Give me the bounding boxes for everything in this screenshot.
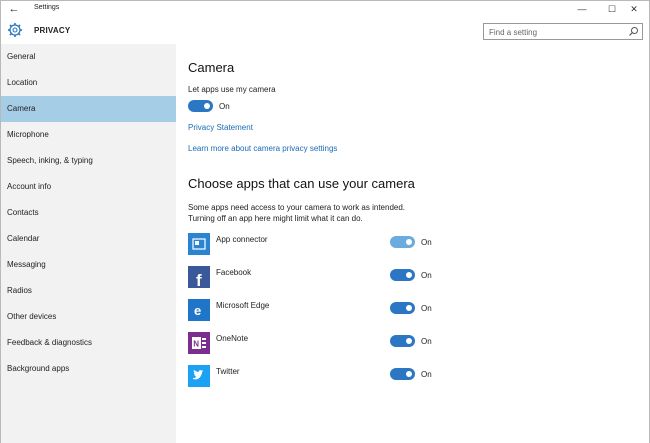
minimize-button[interactable]: — xyxy=(567,1,597,17)
sidebar-item-camera[interactable]: Camera xyxy=(1,96,176,122)
app-name: App connector xyxy=(216,235,268,244)
search-box[interactable] xyxy=(483,23,643,40)
app-name: Twitter xyxy=(216,367,240,376)
toggle-knob xyxy=(406,305,412,311)
master-camera-toggle[interactable] xyxy=(188,100,213,112)
apps-heading: Choose apps that can use your camera xyxy=(188,176,415,191)
page-title: Camera xyxy=(188,60,235,75)
learn-more-link[interactable]: Learn more about camera privacy settings xyxy=(188,144,337,153)
master-toggle-state: On xyxy=(219,102,230,111)
search-input[interactable] xyxy=(489,27,619,37)
app-name: Microsoft Edge xyxy=(216,301,270,310)
sidebar-item-location[interactable]: Location xyxy=(1,70,176,96)
sidebar-item-contacts[interactable]: Contacts xyxy=(1,200,176,226)
sidebar-item-other-devices[interactable]: Other devices xyxy=(1,304,176,330)
twitter-icon xyxy=(188,365,210,387)
section-title: PRIVACY xyxy=(34,26,71,35)
apps-description-line-2: Turning off an app here might limit what… xyxy=(188,214,363,223)
facebook-icon: f xyxy=(188,266,210,288)
sidebar-item-feedback[interactable]: Feedback & diagnostics xyxy=(1,330,176,356)
privacy-statement-link[interactable]: Privacy Statement xyxy=(188,123,253,132)
sidebar-item-background-apps[interactable]: Background apps xyxy=(1,356,176,382)
toggle-knob xyxy=(204,103,210,109)
toggle-state: On xyxy=(421,238,432,247)
edge-toggle[interactable] xyxy=(390,302,415,314)
search-icon[interactable] xyxy=(628,26,639,37)
toggle-state: On xyxy=(421,304,432,313)
app-name: Facebook xyxy=(216,268,252,277)
gear-icon xyxy=(8,23,22,37)
main-content: Camera Let apps use my camera On Privacy… xyxy=(176,44,649,443)
svg-text:f: f xyxy=(196,271,202,288)
sidebar-item-calendar[interactable]: Calendar xyxy=(1,226,176,252)
page-header: PRIVACY xyxy=(1,17,649,44)
sidebar-item-messaging[interactable]: Messaging xyxy=(1,252,176,278)
app-name: OneNote xyxy=(216,334,249,343)
sidebar-item-speech[interactable]: Speech, inking, & typing xyxy=(1,148,176,174)
toggle-knob xyxy=(406,239,412,245)
app-connector-toggle[interactable] xyxy=(390,236,415,248)
sidebar-item-radios[interactable]: Radios xyxy=(1,278,176,304)
apps-description: Some apps need access to your camera to … xyxy=(188,202,405,224)
app-connector-icon xyxy=(188,233,210,255)
sidebar-item-general[interactable]: General xyxy=(1,44,176,70)
app-row-onenote: N OneNote On xyxy=(188,332,638,356)
edge-icon: e xyxy=(188,299,210,321)
apps-description-line-1: Some apps need access to your camera to … xyxy=(188,203,406,212)
sidebar: General Location Camera Microphone Speec… xyxy=(1,44,176,443)
settings-window: ← Settings — ☐ ✕ PRIVACY General Lo xyxy=(0,0,650,443)
facebook-toggle[interactable] xyxy=(390,269,415,281)
back-arrow-icon[interactable]: ← xyxy=(7,2,21,16)
toggle-state: On xyxy=(421,271,432,280)
sidebar-item-microphone[interactable]: Microphone xyxy=(1,122,176,148)
onenote-toggle[interactable] xyxy=(390,335,415,347)
toggle-state: On xyxy=(421,337,432,346)
svg-text:N: N xyxy=(193,340,199,349)
toggle-knob xyxy=(406,371,412,377)
app-row-app-connector: App connector On xyxy=(188,233,638,257)
toggle-knob xyxy=(406,272,412,278)
app-row-edge: e Microsoft Edge On xyxy=(188,299,638,323)
twitter-toggle[interactable] xyxy=(390,368,415,380)
toggle-knob xyxy=(406,338,412,344)
master-toggle-label: Let apps use my camera xyxy=(188,85,276,94)
close-button[interactable]: ✕ xyxy=(619,1,649,17)
window-title: Settings xyxy=(34,4,60,11)
toggle-state: On xyxy=(421,370,432,379)
svg-text:e: e xyxy=(194,303,201,318)
app-row-twitter: Twitter On xyxy=(188,365,638,389)
onenote-icon: N xyxy=(188,332,210,354)
sidebar-item-account-info[interactable]: Account info xyxy=(1,174,176,200)
app-row-facebook: f Facebook On xyxy=(188,266,638,290)
title-bar: ← Settings — ☐ ✕ xyxy=(1,1,649,17)
